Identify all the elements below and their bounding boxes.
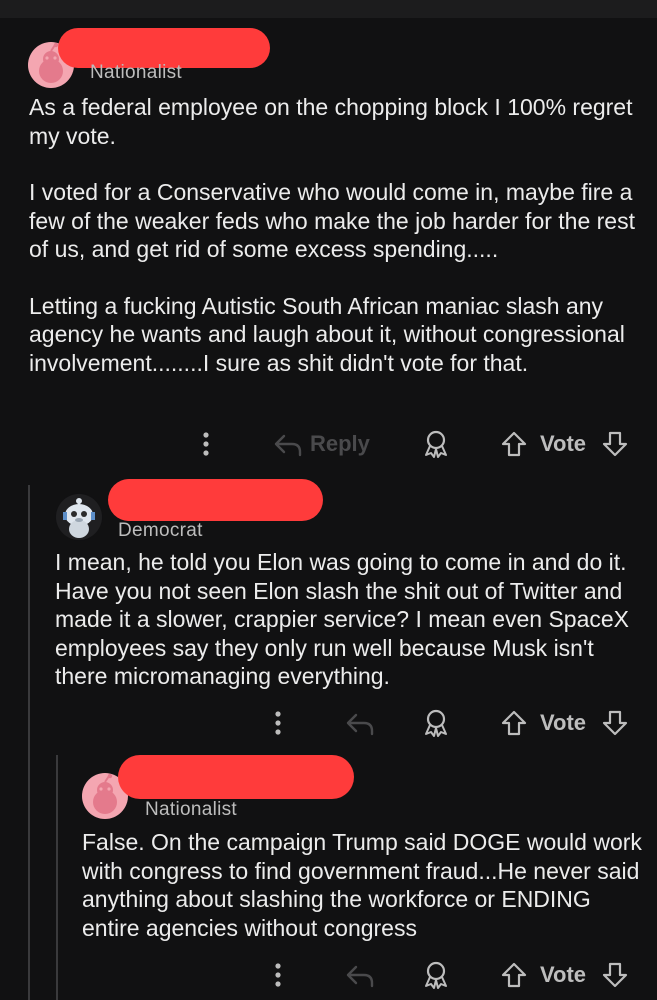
more-vertical-icon [275, 963, 281, 987]
redacted-username [118, 755, 354, 799]
comment-body: False. On the campaign Trump said DOGE w… [82, 828, 647, 942]
comment-paragraph: False. On the campaign Trump said DOGE w… [82, 829, 642, 941]
upvote-icon [501, 962, 527, 988]
downvote-button[interactable] [601, 960, 629, 990]
downvote-icon [602, 962, 628, 988]
reply-button[interactable] [344, 960, 376, 990]
comment-3: Nationalist False. On the campaign Trump… [0, 0, 657, 1000]
more-options-button[interactable] [268, 958, 288, 992]
comment-actions: Vote [0, 958, 657, 994]
user-flair: Nationalist [145, 799, 238, 820]
award-button[interactable] [422, 960, 450, 990]
vote-label: Vote [540, 962, 587, 987]
reply-arrow-icon [346, 965, 374, 988]
upvote-button[interactable] [500, 960, 528, 990]
award-icon [425, 961, 447, 989]
